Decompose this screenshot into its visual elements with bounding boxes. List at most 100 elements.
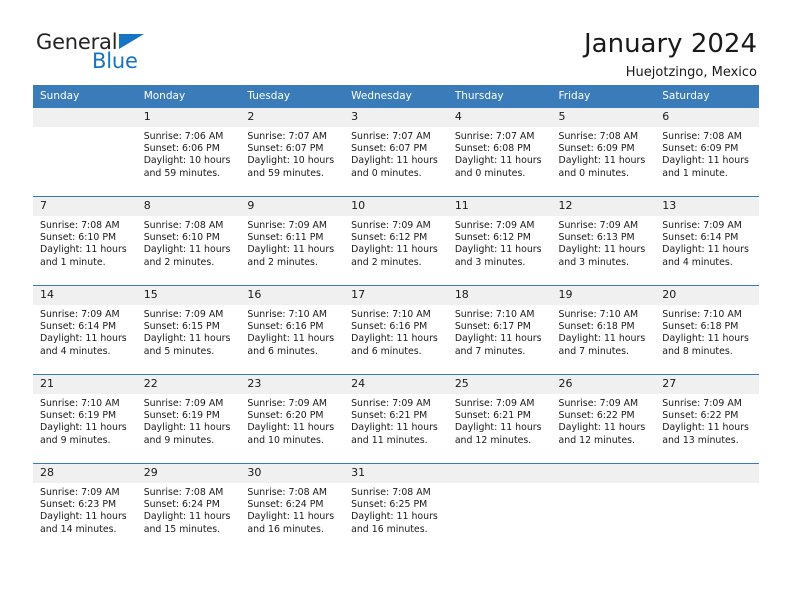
day-number: 25 — [447, 375, 552, 394]
day-number: 18 — [447, 286, 552, 305]
daylight-line-2: and 4 minutes. — [662, 256, 733, 268]
day-cell[interactable]: 9 Sunrise: 7:09 AM Sunset: 6:11 PM Daylight… — [240, 196, 345, 286]
day-cell[interactable]: 28 Sunrise: 7:09 AM Sunset: 6:23 PM Dayligh… — [33, 463, 137, 553]
day-details: Sunrise: 7:09 AM Sunset: 6:20 PM Daylight:… — [240, 394, 344, 447]
day-cell[interactable]: 12 Sunrise: 7:09 AM Sunset: 6:13 PM Dayligh… — [551, 196, 656, 286]
daylight-line-2: and 0 minutes. — [351, 167, 422, 179]
sunset-time: Sunset: 6:21 PM — [351, 410, 428, 422]
day-number: 19 — [551, 286, 656, 305]
day-details: Sunrise: 7:08 AM Sunset: 6:10 PM Daylight:… — [137, 216, 241, 269]
daylight-line-2: and 11 minutes. — [351, 434, 428, 446]
day-cell[interactable]: 15 Sunrise: 7:09 AM Sunset: 6:15 PM Dayligh… — [136, 285, 241, 375]
day-cell[interactable]: 10 Sunrise: 7:09 AM Sunset: 6:12 PM Dayligh… — [344, 196, 448, 286]
day-details: Sunrise: 7:08 AM Sunset: 6:09 PM Daylight:… — [655, 127, 759, 180]
daylight-line-1: Daylight: 11 hours — [40, 244, 127, 256]
weekday-header-saturday: Saturday — [655, 85, 759, 108]
sunrise-time: Sunrise: 7:09 AM — [143, 398, 224, 409]
day-cell-inner: 20 Sunrise: 7:10 AM Sunset: 6:18 PM Dayligh… — [655, 286, 759, 374]
sunrise-time: Sunrise: 7:07 AM — [454, 131, 535, 142]
day-details: Sunrise: 7:09 AM Sunset: 6:21 PM Daylight:… — [448, 394, 552, 447]
day-cell[interactable]: 22 Sunrise: 7:09 AM Sunset: 6:19 PM Dayligh… — [136, 374, 241, 464]
day-details: Sunrise: 7:09 AM Sunset: 6:15 PM Daylight:… — [137, 305, 241, 358]
day-cell[interactable]: 4 Sunrise: 7:07 AM Sunset: 6:08 PM Daylight… — [447, 107, 552, 197]
day-cell[interactable]: 27 Sunrise: 7:09 AM Sunset: 6:22 PM Dayligh… — [655, 374, 759, 464]
daylight-line-2: and 10 minutes. — [247, 434, 324, 446]
day-cell[interactable]: 23 Sunrise: 7:09 AM Sunset: 6:20 PM Dayligh… — [240, 374, 345, 464]
day-cell[interactable]: 20 Sunrise: 7:10 AM Sunset: 6:18 PM Dayligh… — [655, 285, 759, 375]
general-blue-logo[interactable]: General Blue — [36, 30, 166, 78]
daylight-line-2: and 16 minutes. — [247, 523, 324, 535]
day-number: 4 — [447, 108, 552, 127]
sunset-time: Sunset: 6:07 PM — [351, 143, 428, 155]
day-cell[interactable]: 31 Sunrise: 7:08 AM Sunset: 6:25 PM Dayligh… — [344, 463, 448, 553]
day-cell[interactable]: 11 Sunrise: 7:09 AM Sunset: 6:12 PM Dayligh… — [447, 196, 552, 286]
day-cell[interactable]: 26 Sunrise: 7:09 AM Sunset: 6:22 PM Dayligh… — [551, 374, 656, 464]
daylight-line-2: and 12 minutes. — [558, 434, 635, 446]
day-cell[interactable]: 5 Sunrise: 7:08 AM Sunset: 6:09 PM Daylight… — [551, 107, 656, 197]
daylight-line-1: Daylight: 11 hours — [351, 511, 438, 523]
daylight-line-2: and 2 minutes. — [247, 256, 318, 268]
day-cell[interactable]: 7 Sunrise: 7:08 AM Sunset: 6:10 PM Daylight… — [33, 196, 137, 286]
day-cell[interactable]: 25 Sunrise: 7:09 AM Sunset: 6:21 PM Dayligh… — [447, 374, 552, 464]
sunrise-time: Sunrise: 7:10 AM — [454, 309, 535, 320]
day-cell[interactable]: 16 Sunrise: 7:10 AM Sunset: 6:16 PM Dayligh… — [240, 285, 345, 375]
daylight-line-1: Daylight: 11 hours — [143, 244, 231, 256]
daylight-line-1: Daylight: 11 hours — [558, 333, 646, 345]
day-details: Sunrise: 7:07 AM Sunset: 6:07 PM Daylight:… — [240, 127, 344, 180]
sunset-time: Sunset: 6:17 PM — [454, 321, 531, 333]
day-cell[interactable]: 24 Sunrise: 7:09 AM Sunset: 6:21 PM Dayligh… — [344, 374, 448, 464]
day-cell-empty — [33, 107, 137, 197]
daylight-line-1: Daylight: 11 hours — [143, 333, 231, 345]
day-number: 30 — [240, 464, 345, 483]
day-number: 21 — [33, 375, 137, 394]
day-details: Sunrise: 7:07 AM Sunset: 6:07 PM Daylight:… — [344, 127, 448, 180]
sunset-time: Sunset: 6:16 PM — [247, 321, 324, 333]
sunset-time: Sunset: 6:21 PM — [454, 410, 531, 422]
day-cell[interactable]: 19 Sunrise: 7:10 AM Sunset: 6:18 PM Dayligh… — [551, 285, 656, 375]
day-cell-inner: 8 Sunrise: 7:08 AM Sunset: 6:10 PM Daylight… — [136, 197, 241, 285]
daylight-line-2: and 13 minutes. — [662, 434, 739, 446]
day-number: 24 — [344, 375, 448, 394]
day-number: 26 — [551, 375, 656, 394]
day-cell[interactable]: 18 Sunrise: 7:10 AM Sunset: 6:17 PM Dayligh… — [447, 285, 552, 375]
day-cell[interactable]: 21 Sunrise: 7:10 AM Sunset: 6:19 PM Dayligh… — [33, 374, 137, 464]
daylight-line-1: Daylight: 11 hours — [454, 333, 542, 345]
day-cell[interactable]: 2 Sunrise: 7:07 AM Sunset: 6:07 PM Daylight… — [240, 107, 345, 197]
sunrise-time: Sunrise: 7:08 AM — [143, 220, 224, 231]
day-cell[interactable]: 30 Sunrise: 7:08 AM Sunset: 6:24 PM Dayligh… — [240, 463, 345, 553]
day-cell[interactable]: 8 Sunrise: 7:08 AM Sunset: 6:10 PM Daylight… — [136, 196, 241, 286]
day-details: Sunrise: 7:10 AM Sunset: 6:18 PM Daylight:… — [655, 305, 759, 358]
sunset-time: Sunset: 6:11 PM — [247, 232, 324, 244]
day-details: Sunrise: 7:10 AM Sunset: 6:19 PM Daylight:… — [33, 394, 137, 447]
day-number: 29 — [136, 464, 241, 483]
daylight-line-1: Daylight: 10 hours — [247, 155, 335, 167]
day-cell[interactable]: 6 Sunrise: 7:08 AM Sunset: 6:09 PM Daylight… — [655, 107, 759, 197]
sunrise-time: Sunrise: 7:10 AM — [40, 398, 120, 409]
day-cell[interactable]: 3 Sunrise: 7:07 AM Sunset: 6:07 PM Daylight… — [344, 107, 448, 197]
day-cell-inner — [551, 464, 656, 553]
day-cell-inner: 17 Sunrise: 7:10 AM Sunset: 6:16 PM Dayligh… — [344, 286, 448, 374]
sunrise-time: Sunrise: 7:09 AM — [558, 220, 639, 231]
day-cell[interactable]: 14 Sunrise: 7:09 AM Sunset: 6:14 PM Dayligh… — [33, 285, 137, 375]
sunset-time: Sunset: 6:10 PM — [40, 232, 117, 244]
day-cell-inner: 15 Sunrise: 7:09 AM Sunset: 6:15 PM Dayligh… — [136, 286, 241, 374]
page-title: January 2024 — [584, 29, 757, 59]
day-cell-inner: 23 Sunrise: 7:09 AM Sunset: 6:20 PM Dayligh… — [240, 375, 345, 463]
calendar-week-row: 7 Sunrise: 7:08 AM Sunset: 6:10 PM Daylight… — [33, 196, 759, 286]
day-cell[interactable]: 1 Sunrise: 7:06 AM Sunset: 6:06 PM Daylight… — [136, 107, 241, 197]
day-details: Sunrise: 7:08 AM Sunset: 6:10 PM Daylight:… — [33, 216, 137, 269]
day-number: 17 — [344, 286, 448, 305]
sunrise-time: Sunrise: 7:09 AM — [662, 220, 742, 231]
day-details: Sunrise: 7:09 AM Sunset: 6:12 PM Daylight:… — [344, 216, 448, 269]
sunset-time: Sunset: 6:18 PM — [558, 321, 635, 333]
day-cell[interactable]: 29 Sunrise: 7:08 AM Sunset: 6:24 PM Dayligh… — [136, 463, 241, 553]
sunset-time: Sunset: 6:07 PM — [247, 143, 324, 155]
sunrise-time: Sunrise: 7:09 AM — [454, 398, 535, 409]
day-cell[interactable]: 17 Sunrise: 7:10 AM Sunset: 6:16 PM Dayligh… — [344, 285, 448, 375]
day-details: Sunrise: 7:09 AM Sunset: 6:22 PM Daylight:… — [552, 394, 656, 447]
day-cell-inner: 4 Sunrise: 7:07 AM Sunset: 6:08 PM Daylight… — [447, 108, 552, 196]
sunset-time: Sunset: 6:19 PM — [143, 410, 220, 422]
day-cell[interactable]: 13 Sunrise: 7:09 AM Sunset: 6:14 PM Dayligh… — [655, 196, 759, 286]
sunrise-time: Sunrise: 7:09 AM — [247, 220, 328, 231]
day-number: 13 — [655, 197, 759, 216]
